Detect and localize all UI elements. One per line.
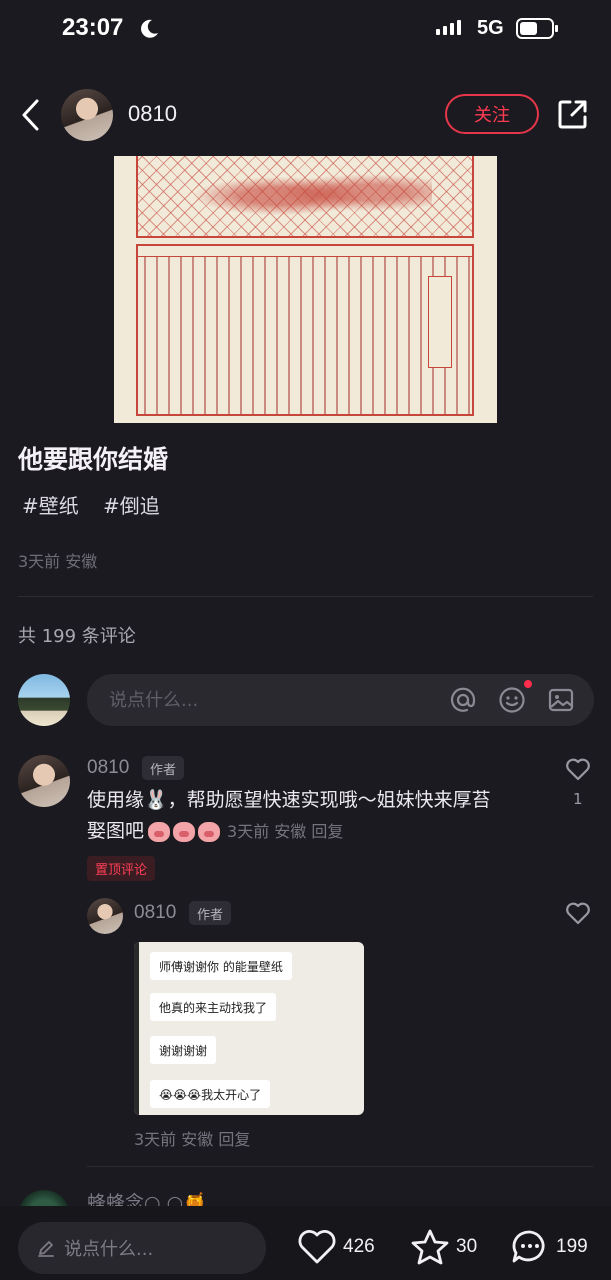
follow-button[interactable]: 关注 xyxy=(445,94,539,134)
status-time: 23:07 xyxy=(62,14,124,41)
star-icon xyxy=(411,1229,449,1265)
bottom-comment-input[interactable]: 说点什么... xyxy=(18,1222,266,1274)
share-icon[interactable] xyxy=(556,97,590,131)
author-avatar[interactable] xyxy=(61,89,113,141)
comment-input[interactable] xyxy=(109,686,409,714)
signal-icon xyxy=(436,20,461,35)
my-avatar xyxy=(18,674,70,726)
comment-like-icon[interactable] xyxy=(565,757,591,781)
woodblock-text-panel xyxy=(136,244,474,416)
chat-bubble: 谢谢谢谢 xyxy=(150,1036,217,1064)
chat-bubble: 师傅谢谢你 的能量壁纸 xyxy=(150,952,292,980)
chat-bubble: 😭😭😭我太开心了 xyxy=(150,1080,271,1108)
image-icon[interactable] xyxy=(547,686,575,714)
pinned-badge: 置顶评论 xyxy=(87,856,156,881)
woodblock-illustration xyxy=(136,156,474,238)
divider xyxy=(18,596,593,597)
battery-icon xyxy=(516,18,558,39)
hashtag-wallpaper[interactable]: #壁纸 xyxy=(22,490,79,519)
pig-emoji-icon xyxy=(148,816,223,847)
like-button[interactable]: 426 xyxy=(297,1228,375,1266)
comment-like-count: 1 xyxy=(573,790,583,808)
reply-meta[interactable]: 3天前 安徽 回复 xyxy=(134,1126,250,1150)
post-meta: 3天前 安徽 xyxy=(18,552,98,571)
network-type: 5G xyxy=(477,17,504,39)
comment-author-name[interactable]: 0810 xyxy=(87,757,129,779)
comment-text-line2: 娶图吧 3天前 安徽 回复 xyxy=(87,816,343,847)
bottom-input-placeholder: 说点什么... xyxy=(64,1239,154,1260)
reply-author-badge: 作者 xyxy=(189,901,232,925)
comment-total-count: 199 xyxy=(556,1236,588,1257)
comment-button[interactable]: 199 xyxy=(510,1228,588,1266)
comment-avatar[interactable] xyxy=(18,755,70,807)
comment-meta[interactable]: 3天前 安徽 回复 xyxy=(227,816,343,847)
favorite-button[interactable]: 30 xyxy=(410,1228,477,1266)
divider xyxy=(87,1166,593,1167)
moon-icon xyxy=(141,19,158,38)
author-name[interactable]: 0810 xyxy=(128,101,177,127)
comment-text-continued: 娶图吧 xyxy=(87,820,145,842)
favorite-count: 30 xyxy=(456,1236,478,1257)
chat-bubble: 他真的来主动找我了 xyxy=(150,993,277,1021)
reply-avatar[interactable] xyxy=(87,898,123,934)
comment-input-box[interactable] xyxy=(87,674,594,726)
back-arrow-icon[interactable] xyxy=(18,98,44,132)
like-count: 426 xyxy=(343,1236,375,1257)
post-image[interactable] xyxy=(114,156,497,423)
pencil-icon xyxy=(38,1241,54,1257)
post-title: 他要跟你结婚 xyxy=(18,445,169,474)
author-badge: 作者 xyxy=(142,756,185,780)
comment-count: 共 199 条评论 xyxy=(18,626,136,647)
mention-icon[interactable] xyxy=(449,686,477,714)
comment-bubble-icon xyxy=(512,1230,545,1263)
chat-edge xyxy=(134,942,139,1115)
hashtag-pursuit[interactable]: #倒追 xyxy=(103,490,160,519)
reply-image[interactable]: 师傅谢谢你 的能量壁纸 他真的来主动找我了 谢谢谢谢 😭😭😭我太开心了 xyxy=(134,942,364,1115)
reply-author-name[interactable]: 0810 xyxy=(134,902,176,924)
reply-like-icon[interactable] xyxy=(565,901,591,925)
comment-text: 使用缘🐰，帮助愿望快速实现哦～姐妹快来厚苔 xyxy=(87,789,491,811)
notification-dot xyxy=(524,680,532,688)
emoji-icon[interactable] xyxy=(498,686,526,714)
heart-icon xyxy=(298,1230,336,1264)
